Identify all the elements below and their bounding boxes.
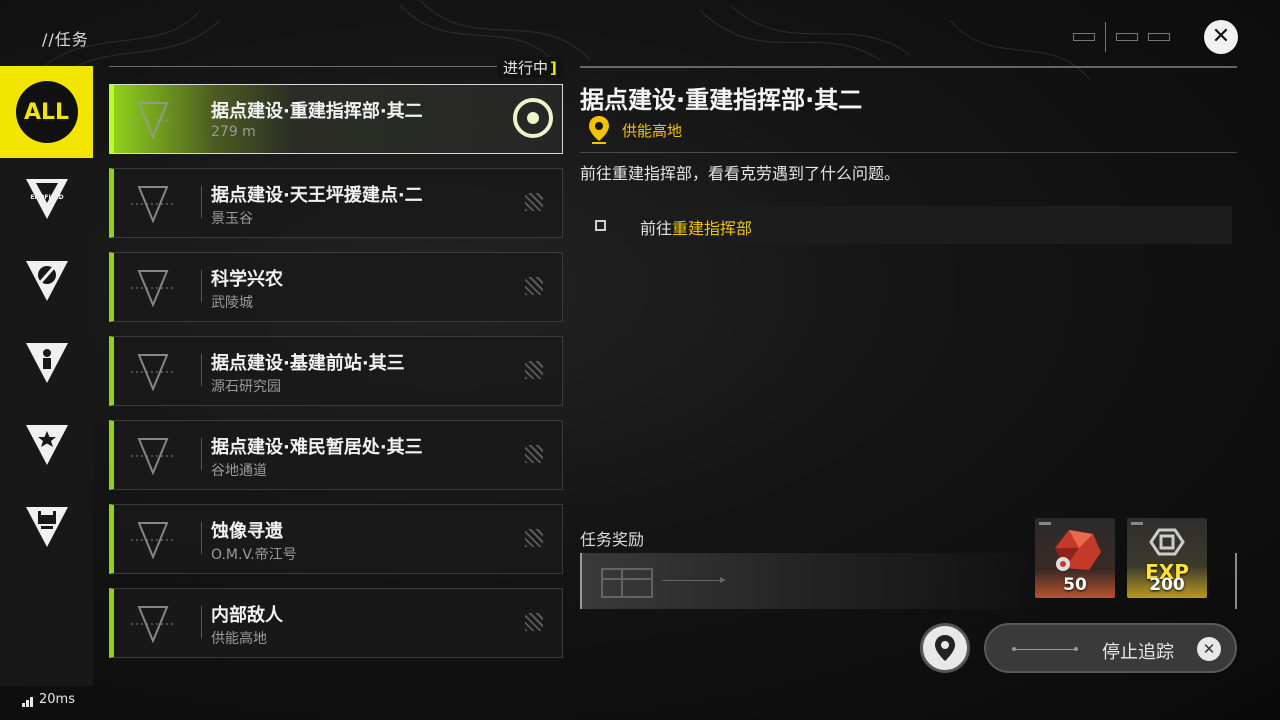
reward-item-exp[interactable]: EXP 200 — [1127, 518, 1207, 598]
quest-list: 据点建设·重建指挥部·其二 279 m 据点建设·天王坪援建点·二景玉谷科学兴农武陵… — [109, 84, 563, 672]
quest-title: 据点建设·天王坪援建点·二 — [211, 185, 423, 206]
quest-row[interactable]: 内部敌人 供能高地 — [109, 588, 563, 658]
stop-tracking-label: 停止追踪 — [1102, 642, 1174, 663]
tracking-target-icon — [513, 98, 553, 138]
quest-type-icon — [131, 102, 175, 139]
svg-text:ENDFIELD: ENDFIELD — [30, 194, 63, 201]
gear-triangle-icon — [25, 507, 68, 547]
row-hatch-decoration — [525, 361, 543, 379]
quest-title: 蚀像寻遗 — [211, 521, 283, 542]
quest-subtitle: O.M.V.帝江号 — [211, 547, 297, 563]
reward-arrow — [662, 577, 726, 583]
quest-subtitle: 供能高地 — [211, 631, 267, 647]
location-text: 供能高地 — [622, 121, 683, 140]
quest-row[interactable]: 蚀像寻遗 O.M.V.帝江号 — [109, 504, 563, 574]
all-badge: ALL — [15, 81, 78, 143]
locate-button[interactable] — [920, 623, 970, 673]
quest-subtitle: 279 m — [211, 124, 256, 140]
category-sidebar: ALL ENDFIELD — [0, 66, 93, 686]
quest-title: 据点建设·重建指挥部·其二 — [211, 101, 423, 122]
header-decoration — [1073, 22, 1170, 52]
row-hatch-decoration — [525, 613, 543, 631]
star-triangle-icon — [25, 425, 68, 465]
sidebar-item-star[interactable] — [0, 404, 93, 486]
location-pin-icon — [589, 116, 609, 144]
reward-quantity: 50 — [1063, 575, 1087, 595]
signal-icon — [22, 697, 33, 707]
breadcrumb: //任务 — [42, 30, 89, 49]
quest-type-icon — [131, 522, 175, 559]
sidebar-item-cross[interactable] — [0, 240, 93, 322]
quest-row-bg — [109, 252, 563, 322]
objective-target: 重建指挥部 — [672, 219, 753, 238]
sidebar-item-endfield[interactable]: ENDFIELD — [0, 158, 93, 240]
quest-subtitle: 景玉谷 — [211, 211, 253, 227]
row-hatch-decoration — [525, 193, 543, 211]
stop-close-icon: ✕ — [1197, 637, 1221, 661]
map-pin-icon — [935, 635, 955, 661]
sidebar-item-all[interactable]: ALL — [0, 66, 93, 158]
crate-icon — [601, 568, 653, 598]
objective-checkbox — [595, 220, 606, 231]
reward-quantity: 200 — [1149, 575, 1185, 595]
red-crystal-icon — [1055, 530, 1101, 571]
reward-end-marker — [1235, 553, 1237, 609]
quest-title: 据点建设·难民暂居处·其三 — [211, 437, 423, 458]
track-line-icon — [1012, 647, 1078, 651]
quest-type-icon — [131, 354, 175, 391]
quest-row[interactable]: 据点建设·难民暂居处·其三谷地通道 — [109, 420, 563, 490]
quest-title: 内部敌人 — [211, 605, 283, 626]
quest-type-icon — [131, 438, 175, 475]
ping-value: 20ms — [39, 692, 75, 707]
quest-subtitle: 谷地通道 — [211, 463, 267, 479]
quest-row-bg — [109, 588, 563, 658]
person-triangle-icon — [25, 343, 68, 383]
row-hatch-decoration — [525, 529, 543, 547]
row-hatch-decoration — [525, 277, 543, 295]
quest-title: 据点建设·基建前站·其三 — [211, 353, 405, 374]
quest-row[interactable]: 据点建设·天王坪援建点·二景玉谷 — [109, 168, 563, 238]
network-ping: 20ms — [22, 692, 75, 707]
sidebar-item-gear[interactable] — [0, 486, 93, 568]
row-hatch-decoration — [525, 445, 543, 463]
quest-detail-title: 据点建设·重建指挥部·其二 — [580, 86, 863, 114]
quest-row[interactable]: 据点建设·基建前站·其三源石研究园 — [109, 336, 563, 406]
detail-divider — [580, 152, 1237, 153]
exp-icon — [1149, 528, 1185, 556]
sidebar-item-person[interactable] — [0, 322, 93, 404]
close-icon: ✕ — [1211, 24, 1231, 49]
status-label: 进行中] — [497, 57, 563, 78]
quest-type-icon — [131, 606, 175, 643]
quest-subtitle: 武陵城 — [211, 295, 253, 311]
reward-label: 任务奖励 — [580, 530, 645, 549]
quest-title: 科学兴农 — [211, 269, 283, 290]
quest-objective: 前往重建指挥部 — [582, 206, 1232, 244]
reward-item-crystal[interactable]: 50 — [1035, 518, 1115, 598]
quest-row[interactable]: 据点建设·重建指挥部·其二 279 m — [109, 84, 563, 154]
status-divider — [109, 66, 563, 67]
close-button[interactable]: ✕ — [1204, 20, 1238, 54]
quest-row-bg — [109, 504, 563, 574]
quest-description: 前往重建指挥部，看看克劳遇到了什么问题。 — [580, 164, 901, 183]
detail-top-divider — [580, 66, 1237, 68]
endfield-triangle-icon: ENDFIELD — [25, 179, 68, 219]
stop-tracking-button[interactable]: 停止追踪 ✕ — [984, 623, 1237, 673]
quest-row[interactable]: 科学兴农 武陵城 — [109, 252, 563, 322]
objective-text: 前往重建指挥部 — [640, 219, 753, 238]
quest-subtitle: 源石研究园 — [211, 379, 281, 395]
reward-bar — [580, 553, 1038, 609]
cross-triangle-icon — [25, 261, 68, 301]
quest-type-icon — [131, 270, 175, 307]
quest-location: 供能高地 — [588, 115, 682, 145]
quest-type-icon — [131, 186, 175, 223]
